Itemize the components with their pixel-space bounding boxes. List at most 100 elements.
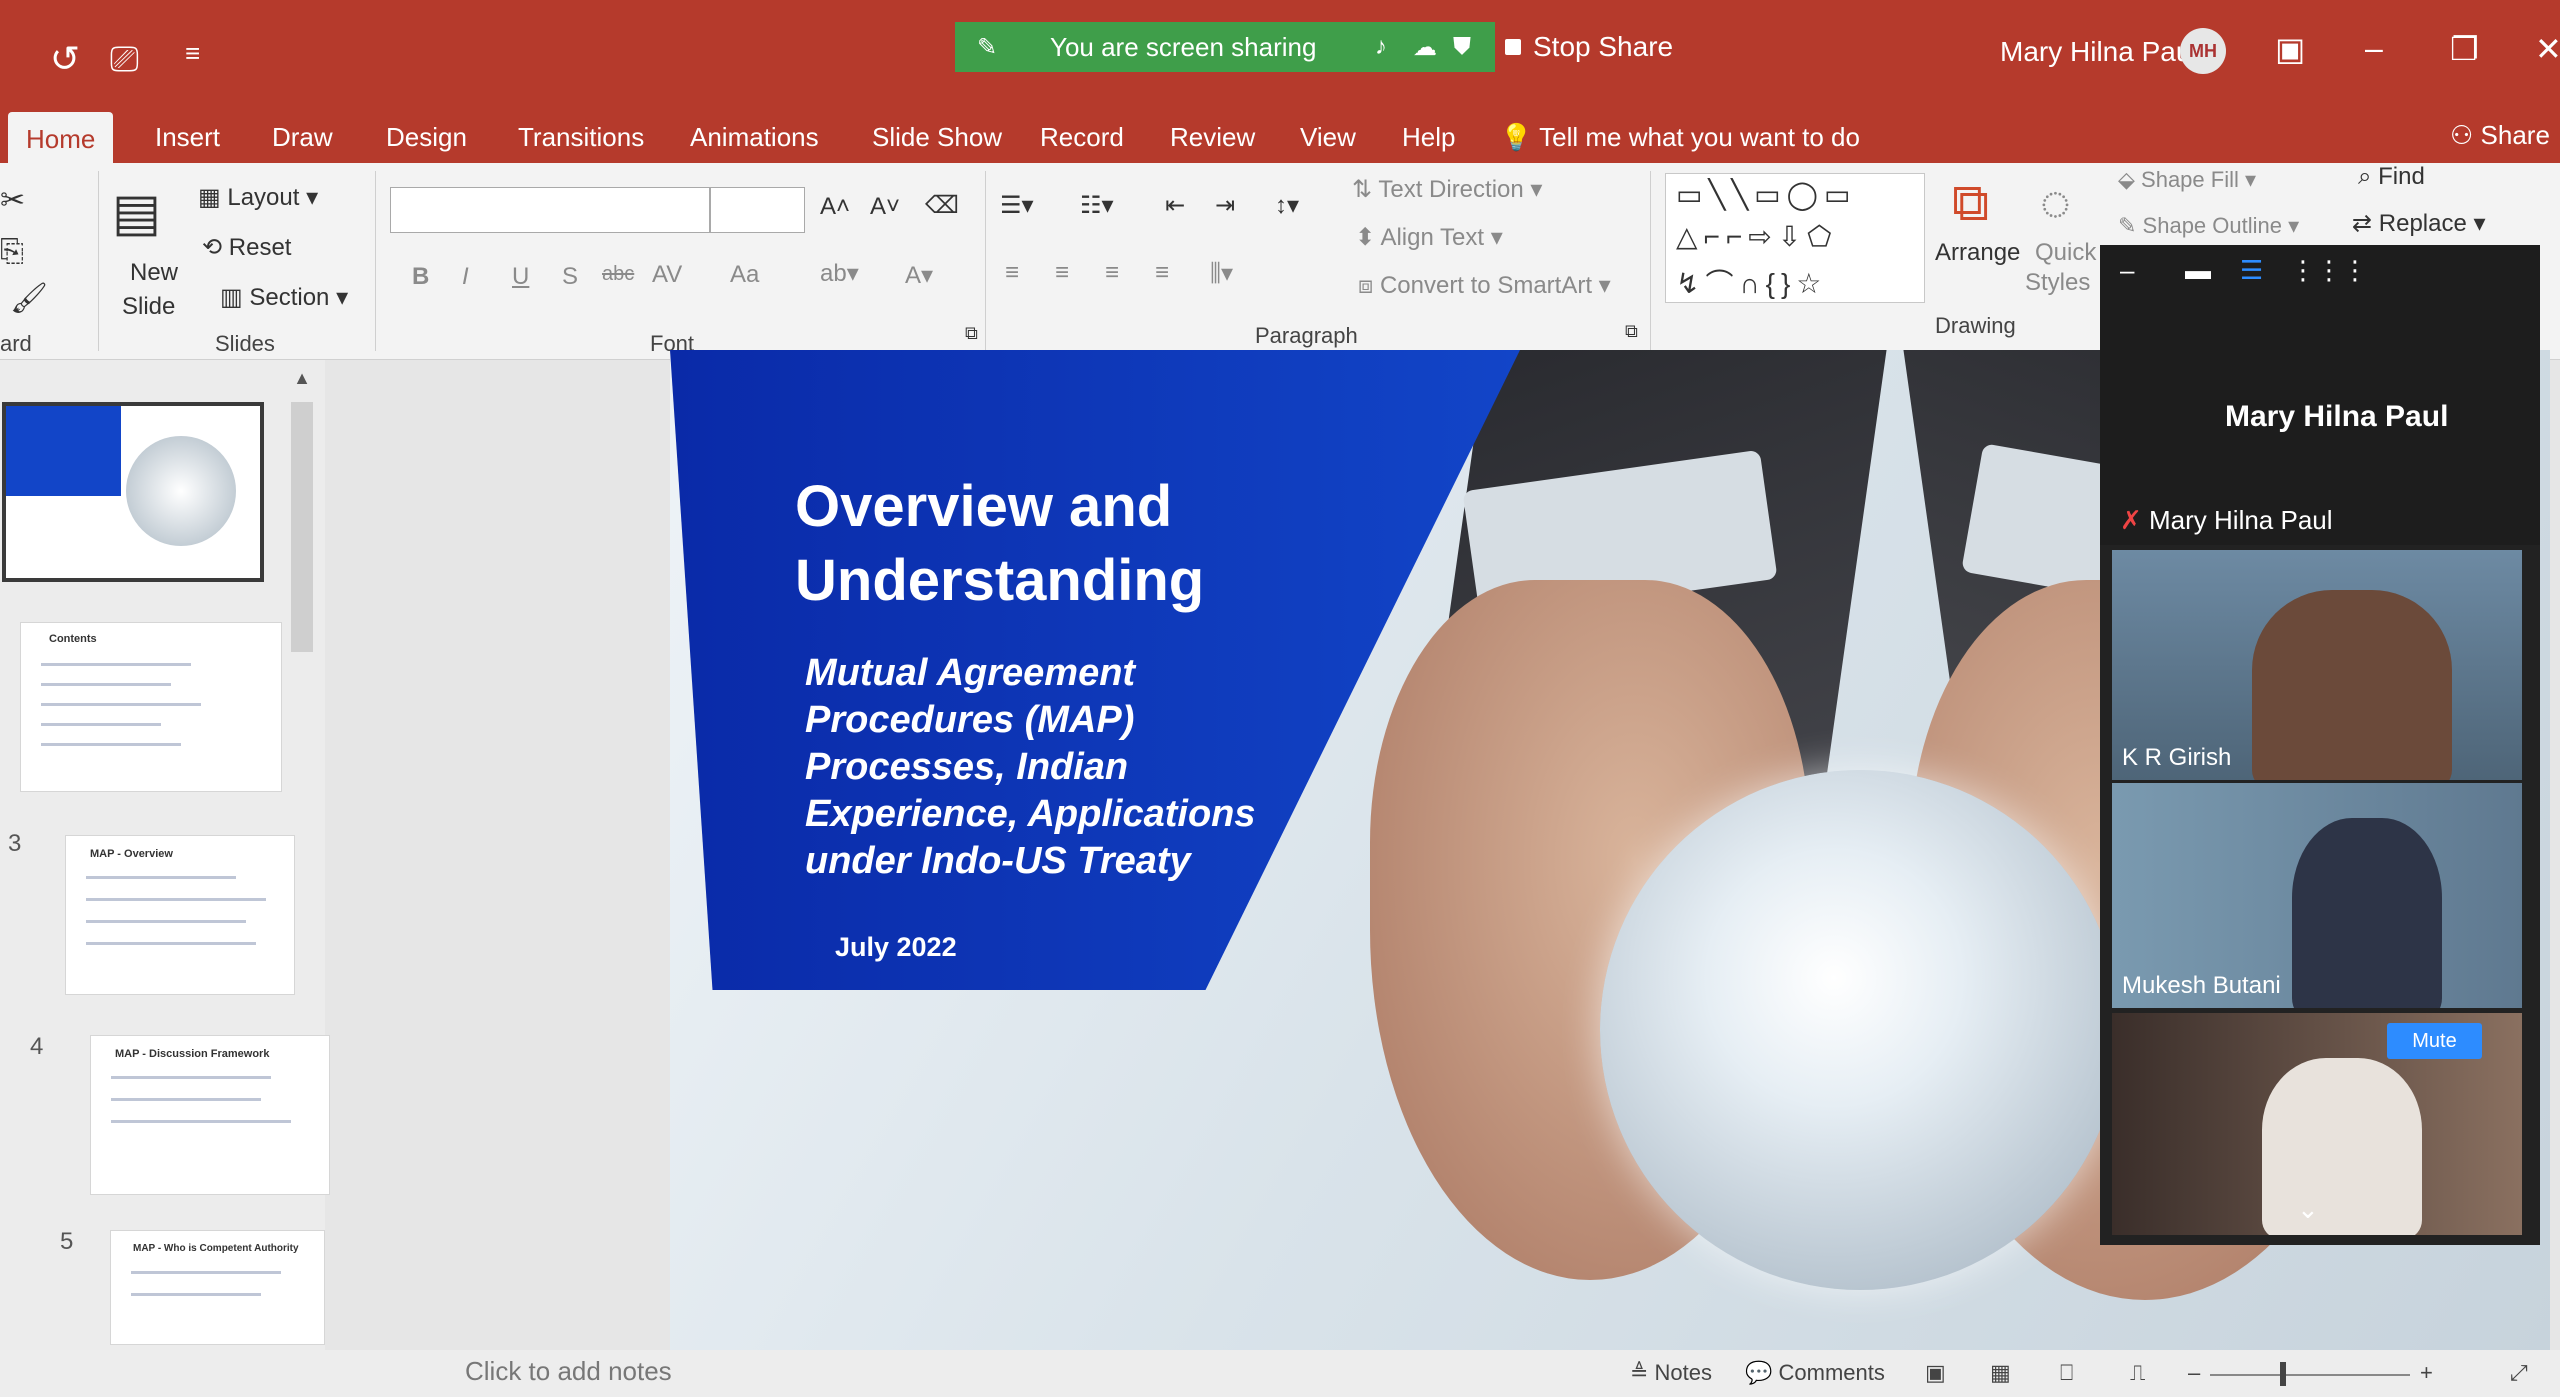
section-button[interactable]: ▥ Section ▾ bbox=[220, 283, 348, 312]
quick-styles-label-2[interactable]: Styles bbox=[2025, 269, 2090, 297]
reset-button[interactable]: ⟲ Reset bbox=[202, 233, 291, 262]
numbering-icon[interactable]: ☷▾ bbox=[1080, 191, 1114, 220]
notes-input[interactable]: Click to add notes bbox=[465, 1356, 672, 1387]
zoom-in-icon[interactable]: + bbox=[2420, 1360, 2433, 1386]
tab-draw[interactable]: Draw bbox=[262, 116, 343, 159]
slide-date[interactable]: July 2022 bbox=[835, 932, 957, 963]
highlight-icon[interactable]: ab▾ bbox=[820, 259, 859, 288]
shape-outline-button[interactable]: ✎ Shape Outline ▾ bbox=[2118, 213, 2299, 239]
comments-button[interactable]: 💬 Comments bbox=[1745, 1360, 1885, 1386]
new-slide-label-1[interactable]: New bbox=[130, 259, 178, 287]
present-from-beginning-icon[interactable]: ⎚ bbox=[110, 38, 139, 81]
speaker-view-icon[interactable]: ☰ bbox=[2240, 255, 2263, 286]
decrease-indent-icon[interactable]: ⇤ bbox=[1165, 191, 1185, 220]
cut-icon[interactable]: ✂ bbox=[0, 183, 25, 218]
mic-icon[interactable]: ♪ bbox=[1375, 33, 1387, 61]
tell-me-search[interactable]: 💡 Tell me what you want to do bbox=[1500, 122, 1860, 153]
shadow-button[interactable]: S bbox=[562, 263, 578, 291]
bullets-icon[interactable]: ☰▾ bbox=[1000, 191, 1034, 220]
tab-view[interactable]: View bbox=[1290, 116, 1366, 159]
line-spacing-icon[interactable]: ↕▾ bbox=[1275, 191, 1299, 220]
tab-design[interactable]: Design bbox=[376, 116, 477, 159]
tab-slide-show[interactable]: Slide Show bbox=[862, 116, 1012, 159]
arrange-icon[interactable]: ⧉ bbox=[1952, 173, 1989, 234]
tab-home[interactable]: Home bbox=[8, 112, 114, 164]
slide-thumbnail-1[interactable] bbox=[2, 402, 264, 582]
minimize-video-icon[interactable]: – bbox=[2120, 255, 2134, 286]
clear-formatting-icon[interactable]: ⌫ bbox=[925, 191, 959, 220]
quick-styles-label-1[interactable]: Quick bbox=[2035, 239, 2096, 267]
character-spacing-button[interactable]: AV bbox=[652, 261, 682, 289]
font-name-input[interactable] bbox=[390, 187, 710, 233]
customize-quick-access-icon[interactable]: ≡ bbox=[185, 38, 200, 69]
scroll-up-icon[interactable]: ▲ bbox=[287, 368, 317, 398]
share-button[interactable]: ⚇ Share bbox=[2450, 120, 2550, 151]
hide-video-icon[interactable]: ▬ bbox=[2185, 255, 2211, 286]
shapes-row-3-icon[interactable]: ↯⌒∩{}☆ bbox=[1676, 262, 1827, 302]
smartart-button[interactable]: ⧈ Convert to SmartArt ▾ bbox=[1358, 271, 1611, 300]
italic-button[interactable]: I bbox=[462, 263, 469, 291]
zoom-out-icon[interactable]: – bbox=[2188, 1360, 2200, 1386]
bold-button[interactable]: B bbox=[412, 263, 429, 291]
text-direction-button[interactable]: ⇅ Text Direction ▾ bbox=[1352, 175, 1542, 204]
slide-sorter-icon[interactable]: ▦ bbox=[1990, 1360, 2011, 1386]
notes-button[interactable]: ≜ Notes bbox=[1630, 1360, 1712, 1386]
thumbnail-scrollbar[interactable]: ▲ bbox=[287, 368, 317, 1328]
restore-icon[interactable]: ❐ bbox=[2450, 30, 2479, 68]
font-color-icon[interactable]: A▾ bbox=[905, 261, 933, 290]
slide-thumbnail-3[interactable]: MAP - Overview bbox=[65, 835, 295, 995]
columns-icon[interactable]: ⫼▾ bbox=[1210, 259, 1233, 288]
font-dialog-launcher-icon[interactable]: ⧉ bbox=[965, 323, 978, 344]
stop-share-button[interactable]: Stop Share bbox=[1505, 22, 1685, 72]
format-painter-icon[interactable]: 🖌 bbox=[10, 281, 48, 316]
close-icon[interactable]: ✕ bbox=[2535, 30, 2560, 68]
reading-view-icon[interactable]: ⎕ bbox=[2060, 1360, 2073, 1386]
cloud-icon[interactable]: ☁ bbox=[1413, 33, 1437, 62]
shield-icon[interactable]: ⛊ bbox=[1453, 33, 1471, 61]
share-pin-icon[interactable]: ✎ bbox=[977, 33, 997, 62]
scroll-thumb[interactable] bbox=[291, 402, 313, 652]
mute-button[interactable]: Mute bbox=[2387, 1023, 2482, 1059]
new-slide-label-2[interactable]: Slide bbox=[122, 293, 175, 321]
shapes-gallery[interactable]: ▭╲╲▭◯▭ △⌐⌐⇨⇩⬠ ↯⌒∩{}☆ bbox=[1665, 173, 1925, 303]
participant-video-tile[interactable]: Mute ⌄ bbox=[2112, 1013, 2522, 1235]
chevron-down-icon[interactable]: ⌄ bbox=[2297, 1194, 2319, 1225]
tab-record[interactable]: Record bbox=[1030, 116, 1134, 159]
tab-help[interactable]: Help bbox=[1392, 116, 1465, 159]
strikethrough-button[interactable]: abc bbox=[602, 263, 634, 286]
tab-transitions[interactable]: Transitions bbox=[508, 116, 654, 159]
shapes-row-2-icon[interactable]: △⌐⌐⇨⇩⬠ bbox=[1676, 220, 1838, 253]
quick-styles-icon[interactable]: ◌ bbox=[2040, 173, 2071, 233]
slide-title[interactable]: Overview and Understanding bbox=[795, 470, 1355, 618]
avatar[interactable]: MH bbox=[2180, 28, 2226, 74]
arrange-label[interactable]: Arrange bbox=[1935, 239, 2020, 267]
increase-font-icon[interactable]: A˄ bbox=[820, 193, 850, 221]
slide-thumbnail-2[interactable]: Contents bbox=[20, 622, 282, 792]
shapes-row-1-icon[interactable]: ▭╲╲▭◯▭ bbox=[1676, 178, 1856, 211]
gallery-view-icon[interactable]: ⋮⋮⋮ bbox=[2290, 255, 2368, 286]
ribbon-display-options-icon[interactable]: ▣ bbox=[2275, 30, 2305, 68]
align-left-icon[interactable]: ≡ bbox=[1005, 259, 1019, 287]
tab-insert[interactable]: Insert bbox=[145, 116, 230, 159]
slide-subtitle[interactable]: Mutual Agreement Procedures (MAP) Proces… bbox=[805, 650, 1325, 885]
autosave-icon[interactable]: ↺ bbox=[50, 38, 80, 80]
layout-button[interactable]: ▦ Layout ▾ bbox=[198, 183, 318, 212]
font-size-input[interactable] bbox=[710, 187, 805, 233]
fit-slide-icon[interactable]: ⤢ bbox=[2510, 1360, 2528, 1386]
copy-icon[interactable]: ⎘ bbox=[0, 235, 24, 269]
justify-icon[interactable]: ≡ bbox=[1155, 259, 1169, 287]
replace-button[interactable]: ⇄ Replace ▾ bbox=[2352, 209, 2486, 238]
zoom-slider[interactable] bbox=[2210, 1374, 2410, 1376]
minimize-icon[interactable]: – bbox=[2365, 30, 2383, 67]
align-center-icon[interactable]: ≡ bbox=[1055, 259, 1069, 287]
shape-fill-button[interactable]: ⬙ Shape Fill ▾ bbox=[2118, 167, 2256, 193]
find-button[interactable]: ⌕ Find bbox=[2358, 163, 2425, 191]
paragraph-dialog-launcher-icon[interactable]: ⧉ bbox=[1625, 321, 1638, 342]
decrease-font-icon[interactable]: A˅ bbox=[870, 193, 900, 221]
account-name[interactable]: Mary Hilna Paul bbox=[2000, 36, 2198, 68]
tab-animations[interactable]: Animations bbox=[680, 116, 829, 159]
zoom-slider-handle[interactable] bbox=[2280, 1362, 2286, 1386]
tab-review[interactable]: Review bbox=[1160, 116, 1265, 159]
participant-video-tile[interactable]: K R Girish bbox=[2112, 550, 2522, 780]
new-slide-icon[interactable]: ▤ bbox=[112, 183, 161, 243]
